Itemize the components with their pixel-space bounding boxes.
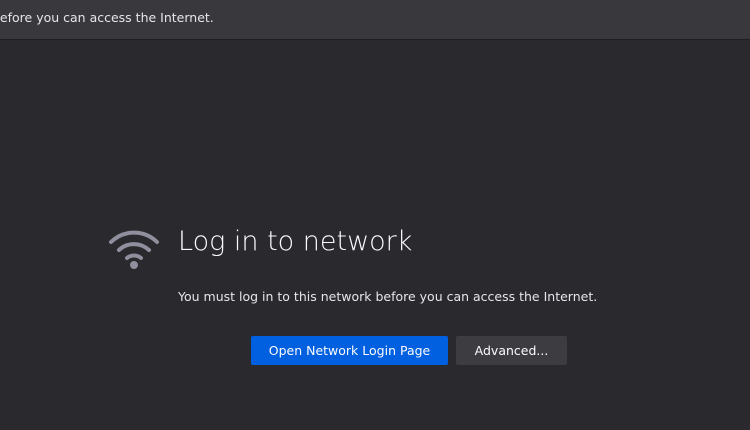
page-title: Log in to network — [178, 226, 413, 257]
open-network-login-page-button[interactable]: Open Network Login Page — [251, 336, 448, 365]
page-description: You must log in to this network before y… — [178, 289, 598, 304]
advanced-button[interactable]: Advanced... — [456, 336, 567, 365]
wifi-icon — [109, 230, 159, 269]
notification-text: before you can access the Internet. — [0, 10, 214, 25]
notification-bar: before you can access the Internet. — [0, 0, 750, 40]
